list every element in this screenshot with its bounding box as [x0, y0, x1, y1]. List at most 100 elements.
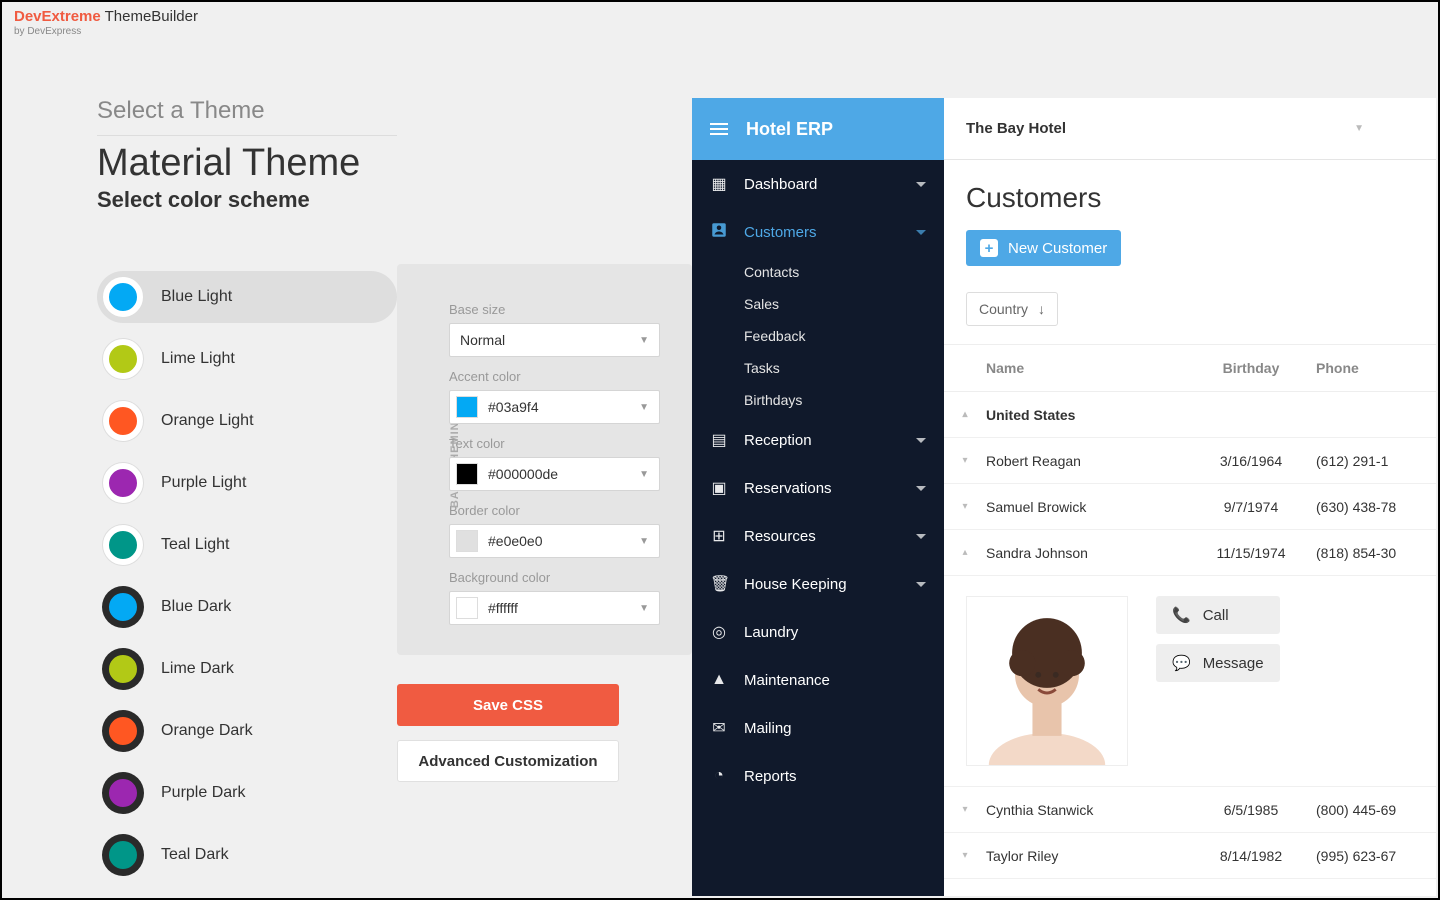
border-color-picker[interactable]: #e0e0e0 ▼: [449, 524, 660, 558]
hamburger-icon[interactable]: [710, 123, 728, 135]
accent-color-picker[interactable]: #03a9f4 ▼: [449, 390, 660, 424]
chevron-down-icon: [916, 438, 926, 443]
nav-sub-item[interactable]: Feedback: [692, 320, 944, 352]
chevron-down-icon: ▼: [639, 603, 649, 614]
table-row[interactable]: ▾Robert Reagan3/16/1964(612) 291-1: [944, 438, 1436, 484]
chevron-down-icon: [916, 534, 926, 539]
scheme-option[interactable]: Lime Light: [97, 333, 397, 385]
receipt-icon: ▤: [710, 430, 728, 450]
nav-customers[interactable]: Customers: [692, 208, 944, 256]
col-name[interactable]: Name: [986, 360, 1186, 376]
scheme-option[interactable]: Orange Light: [97, 395, 397, 447]
text-color-picker[interactable]: #000000de ▼: [449, 457, 660, 491]
phone-icon: 📞: [1172, 606, 1191, 624]
color-chip: [456, 396, 478, 418]
color-chip: [456, 597, 478, 619]
save-css-button[interactable]: Save CSS: [397, 684, 619, 726]
expand-icon[interactable]: ▾: [944, 501, 986, 512]
row-detail: 📞Call 💬Message: [944, 576, 1436, 787]
step-label: Select a Theme: [97, 97, 397, 125]
trash-icon: 🗑: [710, 574, 728, 594]
nav-sub-item[interactable]: Birthdays: [692, 384, 944, 416]
chevron-down-icon: [916, 230, 926, 235]
scheme-option[interactable]: Blue Light: [97, 271, 397, 323]
col-birthday[interactable]: Birthday: [1186, 360, 1316, 376]
grid-header: Name Birthday Phone: [944, 344, 1436, 392]
group-row[interactable]: ▴ United States: [944, 392, 1436, 438]
nav-laundry[interactable]: ◎Laundry: [692, 608, 944, 656]
chevron-down-icon: ▼: [1354, 123, 1364, 134]
color-swatch-icon: [103, 525, 143, 565]
table-row[interactable]: ▴Sandra Johnson11/15/1974(818) 854-30: [944, 530, 1436, 576]
scheme-label: Purple Light: [161, 474, 246, 492]
bg-color-label: Background color: [449, 570, 660, 585]
table-row[interactable]: ▾Taylor Riley8/14/1982(995) 623-67: [944, 833, 1436, 879]
nav-reservations[interactable]: ▣Reservations: [692, 464, 944, 512]
scheme-option[interactable]: Teal Dark: [97, 829, 397, 881]
nav-resources[interactable]: ⊞Resources: [692, 512, 944, 560]
scheme-option[interactable]: Orange Dark: [97, 705, 397, 757]
color-swatch-icon: [103, 401, 143, 441]
expand-icon[interactable]: ▾: [944, 804, 986, 815]
color-chip: [456, 530, 478, 552]
scheme-option[interactable]: Teal Light: [97, 519, 397, 571]
scheme-label: Teal Dark: [161, 846, 229, 864]
scheme-label: Blue Dark: [161, 598, 231, 616]
color-swatch-icon: [103, 587, 143, 627]
scheme-option[interactable]: Purple Light: [97, 457, 397, 509]
message-button[interactable]: 💬Message: [1156, 644, 1280, 682]
scheme-option[interactable]: Blue Dark: [97, 581, 397, 633]
avatar: [966, 596, 1128, 766]
call-button[interactable]: 📞Call: [1156, 596, 1280, 634]
scheme-label: Orange Dark: [161, 722, 253, 740]
table-row[interactable]: ▾Samuel Browick9/7/1974(630) 438-78: [944, 484, 1436, 530]
accent-color-label: Accent color: [449, 369, 660, 384]
grid-icon: ▦: [710, 174, 728, 194]
hotel-select[interactable]: The Bay Hotel ▼: [944, 98, 1436, 160]
chevron-down-icon: ▼: [639, 402, 649, 413]
nav-maintenance[interactable]: ▲Maintenance: [692, 656, 944, 704]
text-color-label: Text color: [449, 436, 660, 451]
new-customer-button[interactable]: + New Customer: [966, 230, 1121, 266]
chevron-down-icon: ▼: [639, 469, 649, 480]
app-title: Hotel ERP: [746, 119, 833, 140]
color-swatch-icon: [103, 339, 143, 379]
col-phone[interactable]: Phone: [1316, 360, 1436, 376]
table-row[interactable]: ▾Cynthia Stanwick6/5/1985(800) 445-69: [944, 787, 1436, 833]
brand-logo: DevExtreme ThemeBuilder by DevExpress: [14, 8, 198, 37]
advanced-customization-button[interactable]: Advanced Customization: [397, 740, 619, 782]
expand-icon[interactable]: ▾: [944, 850, 986, 861]
color-swatch-icon: [103, 835, 143, 875]
scheme-label: Orange Light: [161, 412, 254, 430]
scheme-label: Lime Light: [161, 350, 235, 368]
chevron-down-icon: ▼: [639, 536, 649, 547]
scheme-label: Purple Dark: [161, 784, 245, 802]
color-swatch-icon: [103, 711, 143, 751]
scheme-option[interactable]: Lime Dark: [97, 643, 397, 695]
chevron-down-icon: ▼: [639, 335, 649, 346]
nav-sub-item[interactable]: Tasks: [692, 352, 944, 384]
base-size-select[interactable]: Normal ▼: [449, 323, 660, 357]
preview-sidebar: Hotel ERP ▦Dashboard Customers ContactsS…: [692, 98, 944, 896]
theme-subtitle: Select color scheme: [97, 187, 397, 213]
color-swatch-icon: [103, 463, 143, 503]
nav-reception[interactable]: ▤Reception: [692, 416, 944, 464]
color-swatch-icon: [103, 277, 143, 317]
nav-mailing[interactable]: ✉Mailing: [692, 704, 944, 752]
nav-reports[interactable]: ◔Reports: [692, 752, 944, 800]
person-icon: [710, 221, 728, 244]
group-chip-country[interactable]: Country ↓: [966, 292, 1058, 326]
chevron-down-icon: [916, 582, 926, 587]
nav-sub-item[interactable]: Contacts: [692, 256, 944, 288]
color-scheme-list: Blue Light Lime Light Orange Light Purple L…: [97, 271, 397, 881]
nav-dashboard[interactable]: ▦Dashboard: [692, 160, 944, 208]
base-size-label: Base size: [449, 302, 660, 317]
collapse-icon[interactable]: ▴: [944, 547, 986, 558]
nav-housekeeping[interactable]: 🗑House Keeping: [692, 560, 944, 608]
nav-sub-item[interactable]: Sales: [692, 288, 944, 320]
expand-icon[interactable]: ▾: [944, 455, 986, 466]
bg-color-picker[interactable]: #ffffff ▼: [449, 591, 660, 625]
scheme-option[interactable]: Purple Dark: [97, 767, 397, 819]
bell-icon: ▲: [710, 671, 728, 689]
collapse-icon[interactable]: ▴: [944, 409, 986, 420]
